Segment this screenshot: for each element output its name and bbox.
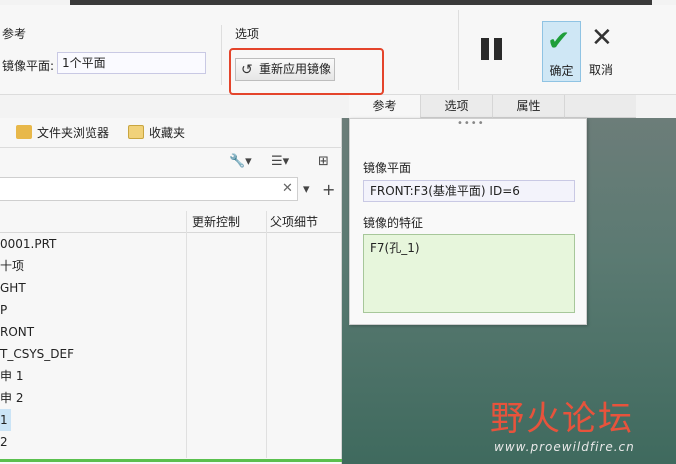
cancel-button[interactable]: ✕ 取消 <box>584 21 618 82</box>
list-settings-icon[interactable]: ☰▾ <box>271 154 289 169</box>
tab-properties[interactable]: 属性 <box>493 95 565 118</box>
tab-favorites[interactable]: 收藏夹 <box>128 124 185 141</box>
reapply-mirror-button[interactable]: ↺ 重新应用镜像 <box>235 58 335 81</box>
ref-mirrored-features-label: 镜像的特征 <box>363 216 424 230</box>
clear-search-icon[interactable]: ✕ <box>282 181 293 196</box>
pause-icon <box>481 38 489 60</box>
ref-mirror-plane-label: 镜像平面 <box>363 161 412 175</box>
ok-button[interactable]: ✔ 确定 <box>542 21 581 82</box>
tree-item[interactable]: 申 2 <box>0 387 23 409</box>
search-input[interactable] <box>0 177 298 201</box>
panel-tabs: 参考 选项 属性 <box>349 95 636 118</box>
tree-item[interactable]: RONT <box>0 321 34 343</box>
ribbon: 参考 镜像平面: 1个平面 选项 ↺ 重新应用镜像 ✔ 确定 ✕ 取消 <box>0 5 676 95</box>
tab-reference[interactable]: 参考 <box>349 95 421 118</box>
tree-item[interactable]: 十项 <box>0 255 24 277</box>
cancel-label: 取消 <box>588 63 613 77</box>
ref-mirror-plane-collector[interactable]: FRONT:F3(基准平面) ID=6 <box>363 180 575 202</box>
favorites-icon <box>128 125 144 139</box>
panel-grip-handle[interactable]: •••• <box>457 118 485 129</box>
tools-icon[interactable]: 🔧▾ <box>229 154 252 169</box>
command-area: ✔ 确定 ✕ 取消 <box>458 5 676 95</box>
watermark-logo: 野火论坛 <box>490 399 634 439</box>
tree-item[interactable]: 申 1 <box>0 365 23 387</box>
reference-panel: •••• 镜像平面 FRONT:F3(基准平面) ID=6 镜像的特征 F7(孔… <box>349 118 587 325</box>
column-header-update-control[interactable]: 更新控制 <box>186 211 266 233</box>
tree-item[interactable]: 2 <box>0 431 8 453</box>
navigator-tabs: 文件夹浏览器 收藏夹 <box>0 118 342 148</box>
watermark-url: www.proewildfire.cn <box>494 440 635 454</box>
column-header-parent-detail[interactable]: 父项细节 <box>266 211 342 233</box>
filter-icon[interactable]: ⊞ <box>318 154 329 169</box>
mirror-plane-label: 镜像平面: <box>2 59 55 73</box>
folder-icon <box>16 125 32 139</box>
ok-label: 确定 <box>549 64 574 78</box>
mirror-plane-collector[interactable]: 1个平面 <box>57 52 206 74</box>
tab-folder-browser[interactable]: 文件夹浏览器 <box>16 124 109 141</box>
reapply-mirror-label: 重新应用镜像 <box>259 62 332 76</box>
tree-item-selected[interactable]: 1 <box>0 409 11 431</box>
tree-item[interactable]: 0001.PRT <box>0 233 56 255</box>
mirrored-features-collector[interactable]: F7(孔_1) <box>363 234 575 313</box>
model-navigator: 文件夹浏览器 收藏夹 🔧▾ ☰▾ ⊞ ✕ ▾ + 更新控制 父项细节 0001.… <box>0 118 342 464</box>
status-bar-indicator <box>0 459 342 462</box>
tree-item[interactable]: T_CSYS_DEF <box>0 343 74 365</box>
list-item[interactable]: F7(孔_1) <box>370 239 568 256</box>
refresh-icon: ↺ <box>241 62 253 78</box>
ribbon-separator <box>221 25 222 85</box>
column-header-model <box>0 211 186 233</box>
tab-options[interactable]: 选项 <box>421 95 493 118</box>
add-icon[interactable]: + <box>322 180 335 199</box>
checkmark-icon: ✔ <box>547 24 571 57</box>
close-icon: ✕ <box>591 23 613 53</box>
tree-item[interactable]: P <box>0 299 7 321</box>
tree-item[interactable]: GHT <box>0 277 26 299</box>
group-reference-title: 参考 <box>2 27 27 41</box>
chevron-down-icon[interactable]: ▾ <box>303 182 310 197</box>
group-options-title: 选项 <box>235 27 260 41</box>
pause-button[interactable] <box>478 38 504 60</box>
